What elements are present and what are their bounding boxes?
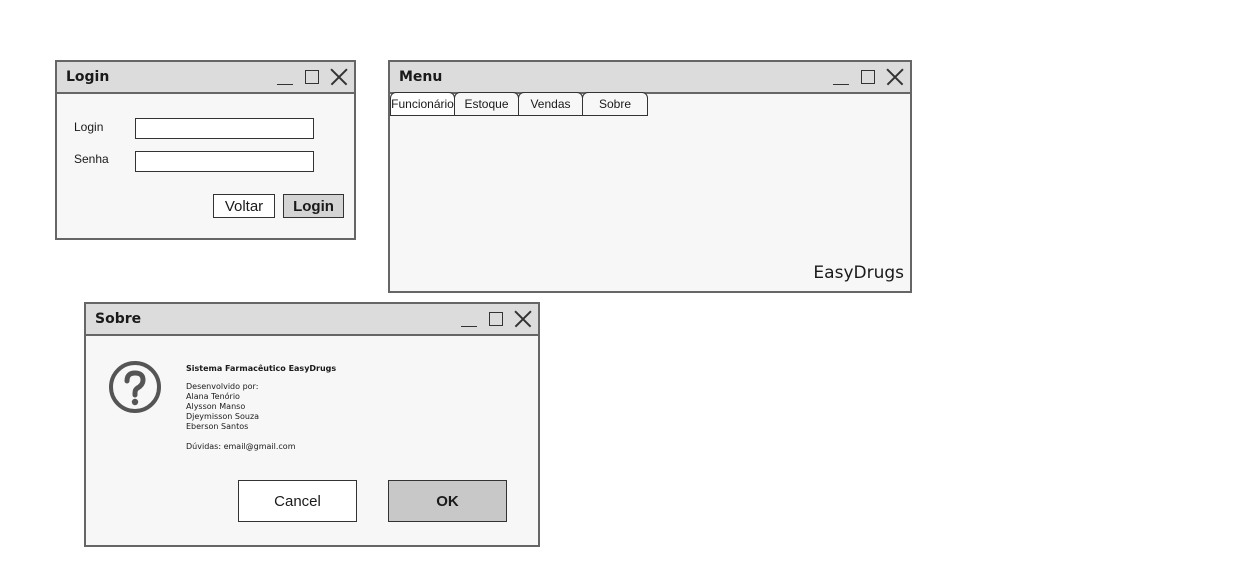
minimize-icon[interactable] <box>458 308 480 330</box>
login-button[interactable]: Login <box>283 194 344 218</box>
about-window-title: Sobre <box>95 311 142 327</box>
close-icon[interactable] <box>328 66 350 88</box>
tab-funcionario[interactable]: Funcionário <box>390 92 455 116</box>
close-icon[interactable] <box>884 66 906 88</box>
system-name: Sistema Farmacêutico EasyDrugs <box>186 364 337 373</box>
maximize-icon[interactable] <box>485 308 507 330</box>
brand-label: EasyDrugs <box>813 263 904 283</box>
tab-vendas[interactable]: Vendas <box>518 92 583 116</box>
about-window: Sobre Sistema Farmacêutico EasyDrugs Des… <box>84 302 540 547</box>
maximize-icon[interactable] <box>301 66 323 88</box>
developer-name: Alysson Manso <box>186 402 246 411</box>
ok-button[interactable]: OK <box>388 480 507 522</box>
back-button[interactable]: Voltar <box>213 194 275 218</box>
question-icon <box>109 361 161 413</box>
window-controls <box>825 62 906 92</box>
login-window-title: Login <box>66 69 110 85</box>
tab-sobre[interactable]: Sobre <box>582 92 648 116</box>
login-titlebar[interactable]: Login <box>57 62 354 94</box>
developer-name: Eberson Santos <box>186 422 249 431</box>
tab-estoque[interactable]: Estoque <box>454 92 519 116</box>
about-titlebar[interactable]: Sobre <box>86 304 538 336</box>
cancel-button[interactable]: Cancel <box>238 480 357 522</box>
close-icon[interactable] <box>512 308 534 330</box>
login-input[interactable] <box>135 118 314 139</box>
password-input[interactable] <box>135 151 314 172</box>
menu-window-title: Menu <box>399 69 443 85</box>
developer-name: Alana Tenório <box>186 392 240 401</box>
login-label: Login <box>74 120 104 134</box>
maximize-icon[interactable] <box>857 66 879 88</box>
minimize-icon[interactable] <box>830 66 852 88</box>
login-window: Login Login Senha Voltar Login <box>55 60 356 240</box>
menu-titlebar[interactable]: Menu <box>390 62 910 94</box>
developed-by-label: Desenvolvido por: <box>186 382 259 391</box>
minimize-icon[interactable] <box>274 66 296 88</box>
developer-name: Djeymisson Souza <box>186 412 260 421</box>
contact-text: Dúvidas: email@gmail.com <box>186 442 296 451</box>
password-label: Senha <box>74 152 109 166</box>
window-controls <box>269 62 350 92</box>
about-text: Sistema Farmacêutico EasyDrugs Desenvolv… <box>186 364 336 452</box>
window-controls <box>453 304 534 334</box>
menu-window: Menu Funcionário Estoque Vendas Sobre Ea… <box>388 60 912 293</box>
